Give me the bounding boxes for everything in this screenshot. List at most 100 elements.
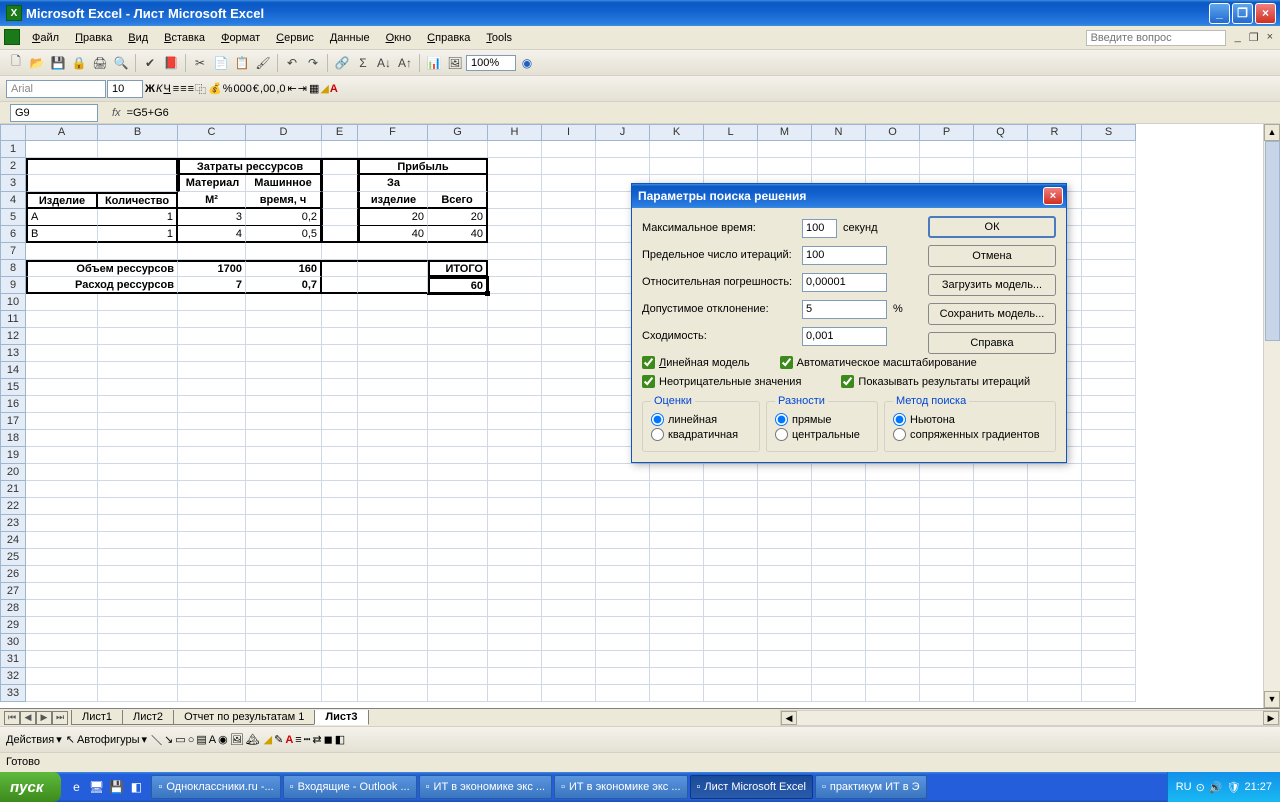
cell-D32[interactable] (246, 668, 322, 685)
italic-icon[interactable]: К (156, 83, 162, 95)
sheet-tab-1[interactable]: Лист2 (122, 710, 174, 725)
cell-D4[interactable]: время, ч (246, 192, 322, 209)
col-header-I[interactable]: I (542, 124, 596, 141)
cell-S14[interactable] (1082, 362, 1136, 379)
currency-icon[interactable]: 💰 (208, 82, 222, 95)
row-header-27[interactable]: 27 (0, 583, 26, 600)
line-icon[interactable]: ＼ (151, 732, 162, 748)
doc-restore-button[interactable]: ❐ (1246, 31, 1262, 44)
ql-ie-icon[interactable]: e (67, 776, 85, 798)
cell-S32[interactable] (1082, 668, 1136, 685)
cell-K33[interactable] (650, 685, 704, 702)
cell-D15[interactable] (246, 379, 322, 396)
cell-B26[interactable] (98, 566, 178, 583)
cell-H27[interactable] (488, 583, 542, 600)
col-header-C[interactable]: C (178, 124, 246, 141)
cell-E23[interactable] (322, 515, 358, 532)
cell-I17[interactable] (542, 413, 596, 430)
cell-B20[interactable] (98, 464, 178, 481)
underline-icon[interactable]: Ч (163, 83, 170, 95)
cell-D3[interactable]: Машинное (246, 175, 322, 192)
cell-N26[interactable] (812, 566, 866, 583)
cell-E14[interactable] (322, 362, 358, 379)
cell-B33[interactable] (98, 685, 178, 702)
cell-A31[interactable] (26, 651, 98, 668)
comma-icon[interactable]: 000 (234, 83, 252, 95)
cell-C12[interactable] (178, 328, 246, 345)
cell-S23[interactable] (1082, 515, 1136, 532)
cell-G28[interactable] (428, 600, 488, 617)
cell-A17[interactable] (26, 413, 98, 430)
cell-G10[interactable] (428, 294, 488, 311)
cell-R26[interactable] (1028, 566, 1082, 583)
cell-N24[interactable] (812, 532, 866, 549)
cell-F25[interactable] (358, 549, 428, 566)
cell-I4[interactable] (542, 192, 596, 209)
cell-B18[interactable] (98, 430, 178, 447)
menu-правка[interactable]: Правка (67, 28, 120, 48)
cell-L27[interactable] (704, 583, 758, 600)
font-size-combo[interactable] (107, 80, 143, 98)
cell-E13[interactable] (322, 345, 358, 362)
cell-C25[interactable] (178, 549, 246, 566)
cell-R28[interactable] (1028, 600, 1082, 617)
cell-I27[interactable] (542, 583, 596, 600)
cell-A20[interactable] (26, 464, 98, 481)
cell-A18[interactable] (26, 430, 98, 447)
cell-F15[interactable] (358, 379, 428, 396)
cell-A2[interactable] (26, 158, 178, 175)
cell-M33[interactable] (758, 685, 812, 702)
merge-icon[interactable]: ⿻ (195, 81, 206, 97)
chart-icon[interactable]: 📊 (424, 53, 444, 73)
row-header-25[interactable]: 25 (0, 549, 26, 566)
deriv-central-radio[interactable]: центральные (775, 428, 869, 441)
cell-C10[interactable] (178, 294, 246, 311)
cell-G9[interactable]: 60 (428, 277, 488, 294)
cell-D25[interactable] (246, 549, 322, 566)
cell-I16[interactable] (542, 396, 596, 413)
cell-I28[interactable] (542, 600, 596, 617)
cell-H14[interactable] (488, 362, 542, 379)
tray-icon[interactable]: ⊙ (1196, 781, 1205, 794)
format-painter-icon[interactable]: 🖌 (253, 53, 273, 73)
cell-S3[interactable] (1082, 175, 1136, 192)
cell-N30[interactable] (812, 634, 866, 651)
cell-R23[interactable] (1028, 515, 1082, 532)
cell-B32[interactable] (98, 668, 178, 685)
cell-Q28[interactable] (974, 600, 1028, 617)
cell-D26[interactable] (246, 566, 322, 583)
cell-B13[interactable] (98, 345, 178, 362)
save-icon[interactable]: 💾 (48, 53, 68, 73)
cell-F18[interactable] (358, 430, 428, 447)
cell-B11[interactable] (98, 311, 178, 328)
cell-C33[interactable] (178, 685, 246, 702)
cell-L2[interactable] (704, 158, 758, 175)
cell-F8[interactable] (358, 260, 428, 277)
cell-G32[interactable] (428, 668, 488, 685)
cell-A30[interactable] (26, 634, 98, 651)
cell-N1[interactable] (812, 141, 866, 158)
copy-icon[interactable]: 📄 (211, 53, 231, 73)
cell-E18[interactable] (322, 430, 358, 447)
cell-M22[interactable] (758, 498, 812, 515)
cell-N22[interactable] (812, 498, 866, 515)
row-header-12[interactable]: 12 (0, 328, 26, 345)
cell-N21[interactable] (812, 481, 866, 498)
cell-P32[interactable] (920, 668, 974, 685)
cell-A1[interactable] (26, 141, 98, 158)
cell-C3[interactable]: Материал (178, 175, 246, 192)
cell-G17[interactable] (428, 413, 488, 430)
cell-D11[interactable] (246, 311, 322, 328)
cell-H23[interactable] (488, 515, 542, 532)
cell-E4[interactable] (322, 192, 358, 209)
cell-P27[interactable] (920, 583, 974, 600)
cell-O28[interactable] (866, 600, 920, 617)
col-header-H[interactable]: H (488, 124, 542, 141)
cell-E31[interactable] (322, 651, 358, 668)
cell-B5[interactable]: 1 (98, 209, 178, 226)
cell-S10[interactable] (1082, 294, 1136, 311)
cell-K31[interactable] (650, 651, 704, 668)
cell-D31[interactable] (246, 651, 322, 668)
cell-F10[interactable] (358, 294, 428, 311)
cell-Q31[interactable] (974, 651, 1028, 668)
